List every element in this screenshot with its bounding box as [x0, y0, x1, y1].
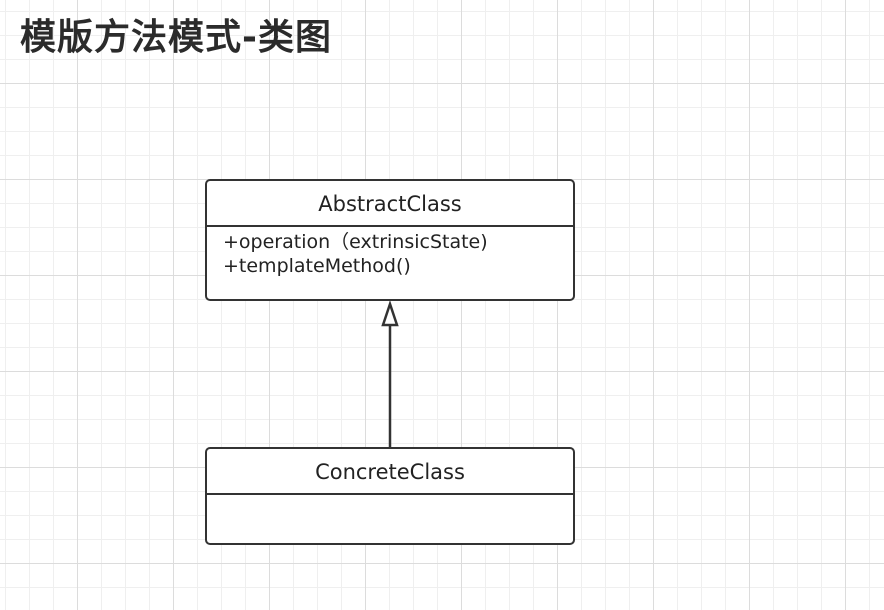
method-list-empty [207, 495, 573, 498]
hollow-triangle-arrowhead [381, 300, 399, 327]
concrete-class-box[interactable]: ConcreteClass [205, 447, 575, 545]
class-name: ConcreteClass [207, 449, 573, 495]
diagram-canvas: 模版方法模式-类图 AbstractClass +operation（extri… [0, 0, 884, 610]
